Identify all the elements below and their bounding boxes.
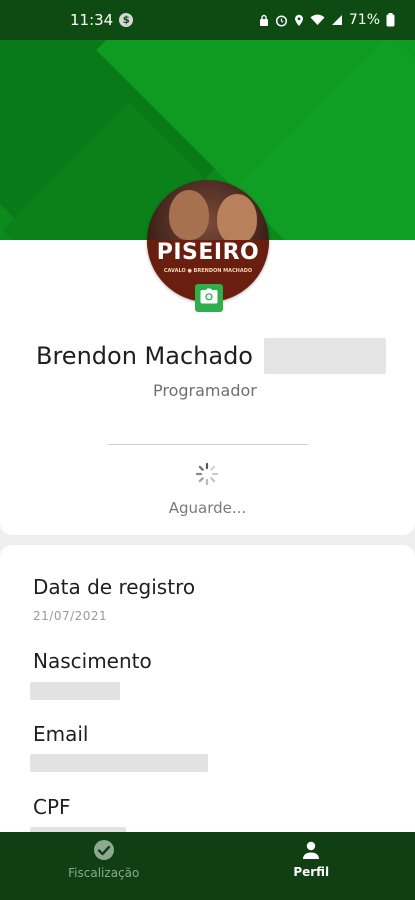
notification-icon: $ bbox=[119, 13, 134, 27]
nav-item-perfil[interactable]: Perfil bbox=[208, 832, 415, 886]
camera-icon bbox=[200, 288, 218, 308]
nav-item-fiscalizacao[interactable]: Fiscalização bbox=[0, 832, 208, 886]
cpf-label: CPF bbox=[33, 795, 71, 819]
change-photo-button[interactable] bbox=[195, 284, 223, 312]
check-circle-icon bbox=[93, 839, 115, 864]
battery-level: 71% bbox=[348, 12, 380, 28]
avatar-person-right bbox=[217, 194, 257, 244]
divider bbox=[108, 444, 308, 445]
battery-icon bbox=[386, 13, 395, 27]
status-left: 11:34 $ bbox=[70, 11, 134, 29]
nav-label-perfil: Perfil bbox=[293, 864, 330, 879]
avatar-title: PISEIRO bbox=[156, 240, 260, 265]
profile-role: Programador bbox=[153, 381, 257, 400]
redacted-birth-value bbox=[30, 682, 120, 700]
system-navigation-bar bbox=[0, 886, 415, 900]
status-right: 71% bbox=[259, 12, 395, 28]
nav-label-fiscalizacao: Fiscalização bbox=[68, 865, 140, 880]
birth-label: Nascimento bbox=[33, 649, 152, 673]
registration-label: Data de registro bbox=[33, 575, 196, 599]
status-time: 11:34 bbox=[70, 11, 114, 29]
avatar-person-left bbox=[169, 190, 209, 240]
status-bar: 11:34 $ 71% bbox=[0, 0, 415, 40]
signal-icon bbox=[331, 14, 343, 26]
redacted-email-value bbox=[30, 754, 208, 772]
info-card: Data de registro 21/07/2021 Nascimento E… bbox=[0, 545, 415, 835]
profile-name: Brendon Machado bbox=[36, 342, 253, 370]
location-icon bbox=[294, 14, 304, 27]
loading-spinner-icon bbox=[195, 462, 219, 486]
alarm-icon bbox=[275, 14, 288, 27]
registration-value: 21/07/2021 bbox=[33, 609, 108, 623]
bottom-navigation: Fiscalização Perfil bbox=[0, 832, 415, 886]
redacted-surname bbox=[264, 338, 386, 374]
lock-icon bbox=[259, 14, 269, 27]
avatar-subtitle: CAVALO ● BRENDON MACHADO bbox=[163, 268, 253, 274]
wifi-icon bbox=[310, 14, 325, 26]
person-icon bbox=[301, 840, 321, 863]
loading-text: Aguarde... bbox=[168, 499, 247, 517]
email-label: Email bbox=[33, 722, 89, 746]
